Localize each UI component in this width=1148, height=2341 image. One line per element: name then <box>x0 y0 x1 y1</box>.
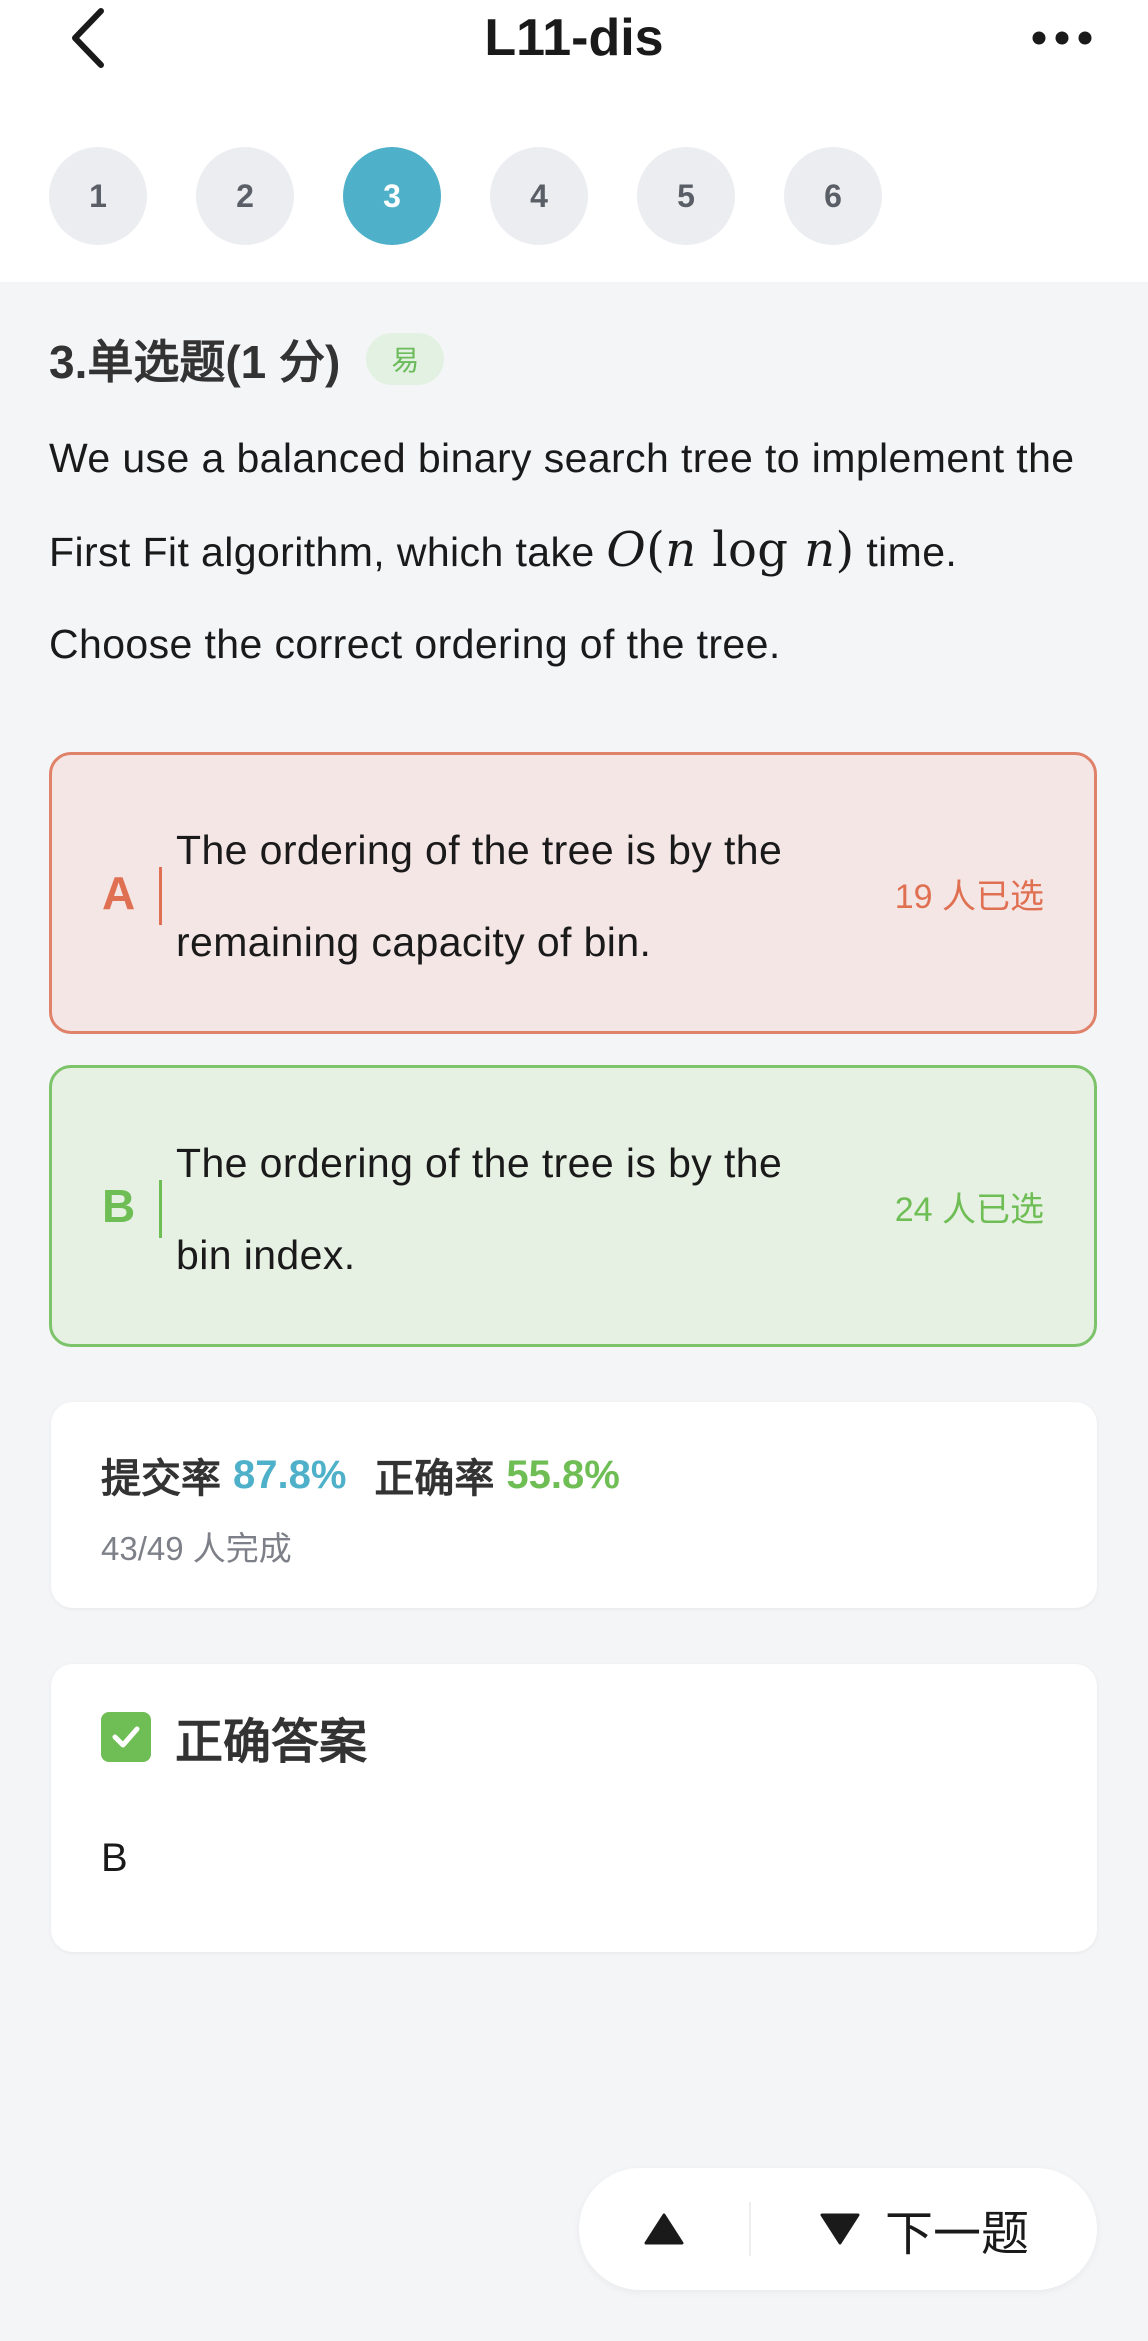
question-nav-item-2[interactable]: 2 <box>196 147 294 245</box>
complexity-formula: O(n log n) <box>606 522 854 578</box>
option-divider <box>159 867 162 925</box>
formula-n1: n <box>665 522 697 578</box>
submit-rate-label: 提交率 <box>101 1457 221 1501</box>
answer-title: 正确答案 <box>175 1716 368 1769</box>
option-a[interactable]: A The ordering of the tree is by the rem… <box>49 752 1097 1034</box>
stats-card: 提交率 87.8% 正确率 55.8% 43/49 人完成 <box>51 1402 1097 1608</box>
formula-log: log <box>712 522 789 578</box>
next-question-button[interactable]: 下一题 <box>751 2168 1097 2290</box>
question-nav-item-5[interactable]: 5 <box>637 147 735 245</box>
back-button[interactable] <box>52 0 122 76</box>
question-nav-item-4[interactable]: 4 <box>490 147 588 245</box>
checkbox-checked-icon <box>101 1712 151 1762</box>
bottom-nav: 下一题 <box>579 2168 1097 2290</box>
answer-value: B <box>101 1836 128 1880</box>
formula-O: O <box>606 522 647 578</box>
correct-rate-label: 正确率 <box>374 1457 495 1501</box>
submit-rate-value: 87.8% <box>233 1452 347 1497</box>
stats-rates: 提交率 87.8% 正确率 55.8% <box>101 1446 620 1504</box>
option-letter: A <box>102 867 136 919</box>
option-count: 19 人已选 <box>894 877 1044 916</box>
formula-close-paren: ) <box>835 522 855 578</box>
option-divider <box>159 1180 162 1238</box>
page-title: L11-dis <box>484 9 664 67</box>
previous-question-button[interactable] <box>579 2168 749 2290</box>
more-horizontal-icon <box>1032 31 1092 45</box>
question-nav-item-1[interactable]: 1 <box>49 147 147 245</box>
option-count: 24 人已选 <box>894 1190 1044 1229</box>
correct-rate-value: 55.8% <box>506 1452 620 1497</box>
chevron-left-icon <box>72 8 104 68</box>
completion-count: 43/49 人完成 <box>101 1530 292 1567</box>
option-letter: B <box>102 1180 136 1232</box>
top-area: L11-dis 1 2 3 4 5 6 <box>0 0 1148 282</box>
question-nav-item-6[interactable]: 6 <box>784 147 882 245</box>
option-text: The ordering of the tree is by the bin i… <box>176 1140 783 1278</box>
option-b[interactable]: B The ordering of the tree is by the bin… <box>49 1065 1097 1347</box>
question-header: 3.单选题(1 分) 易 <box>49 326 445 392</box>
question-type: 3.单选题(1 分) <box>49 336 341 388</box>
more-button[interactable] <box>1020 0 1104 76</box>
formula-open-paren: ( <box>646 522 666 578</box>
answer-card: 正确答案 B <box>51 1664 1097 1952</box>
triangle-down-icon <box>820 2213 860 2245</box>
question-text: We use a balanced binary search tree to … <box>49 412 1109 690</box>
triangle-up-icon <box>644 2213 684 2245</box>
formula-n2: n <box>804 522 836 578</box>
question-nav: 1 2 3 4 5 6 <box>49 147 931 245</box>
option-text: The ordering of the tree is by the remai… <box>176 827 783 965</box>
next-question-label: 下一题 <box>884 2208 1029 2261</box>
difficulty-badge: 易 <box>366 333 445 385</box>
question-nav-item-3[interactable]: 3 <box>343 147 441 245</box>
